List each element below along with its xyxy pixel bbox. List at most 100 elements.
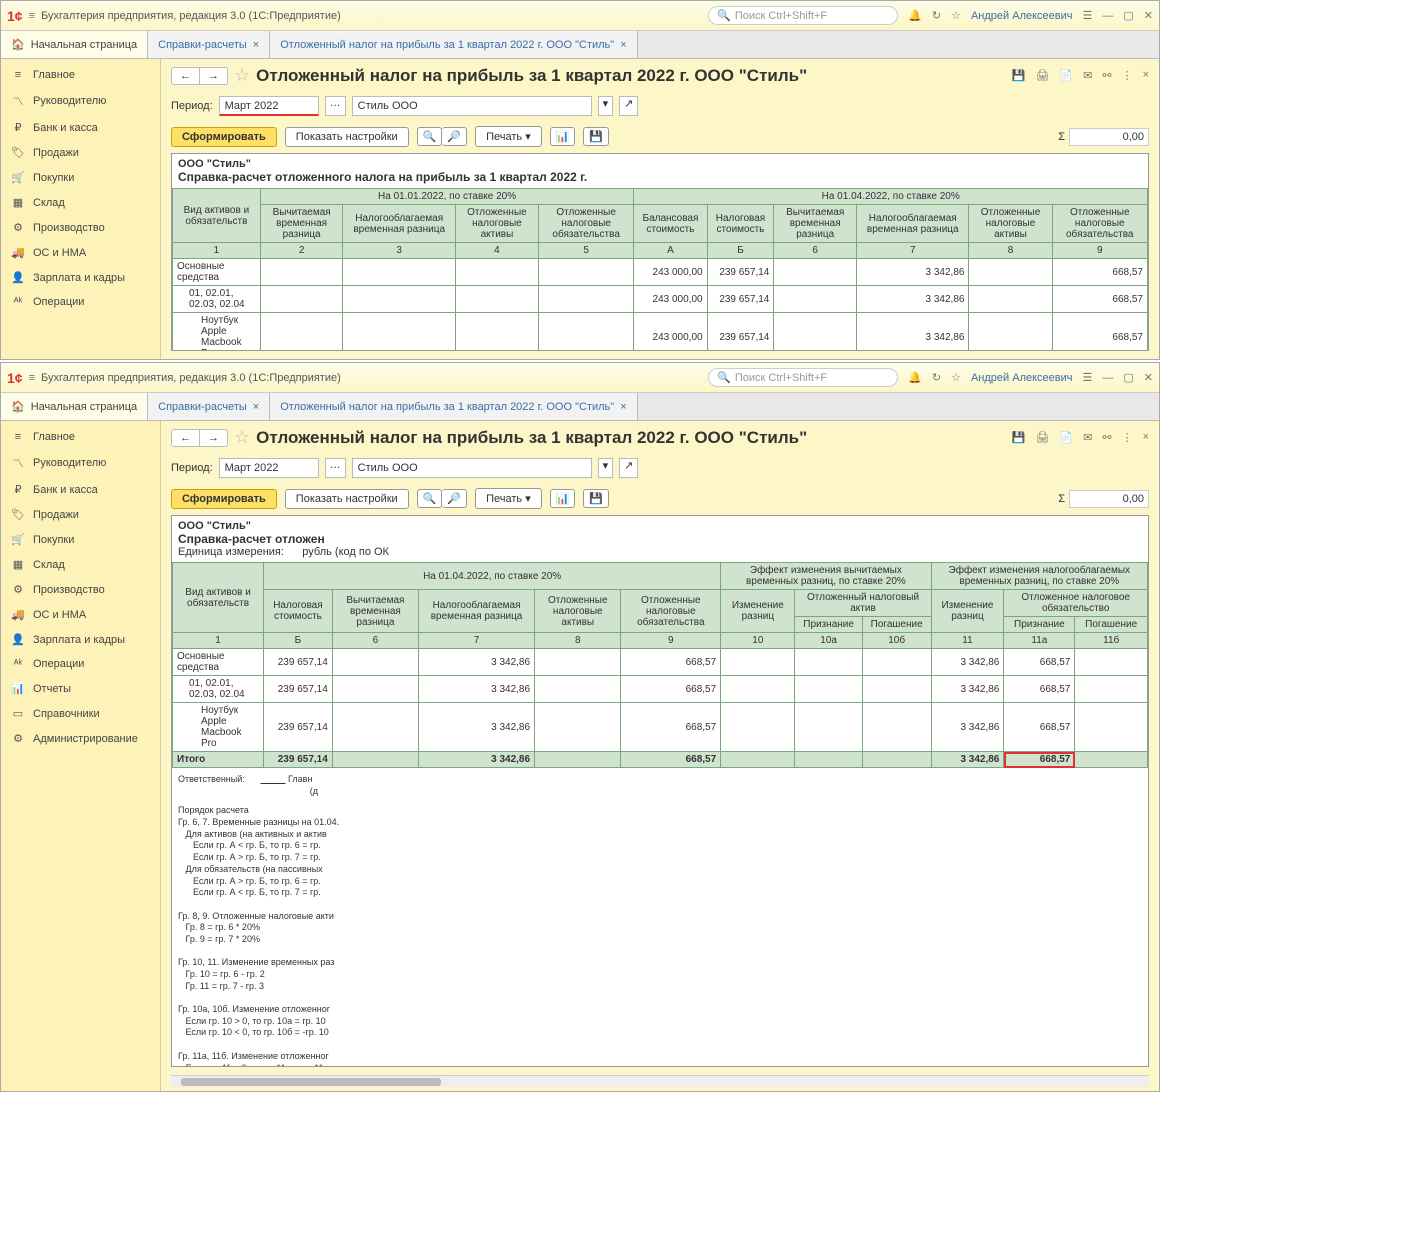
print-icon[interactable]: 🖨 [1035, 431, 1049, 444]
sum-icon[interactable]: Σ [1058, 131, 1065, 143]
nav-sales[interactable]: 🏷Продажи [1, 502, 160, 527]
nav-main[interactable]: ≡Главное [1, 63, 160, 87]
maximize-icon[interactable]: ▢ [1123, 371, 1133, 384]
nav-ops[interactable]: ᴬᵏОперации [1, 290, 160, 314]
forward-button[interactable]: → [200, 68, 227, 84]
tab-refs[interactable]: Справки-расчеты× [148, 31, 270, 58]
nav-salary[interactable]: 👤Зарплата и кадры [1, 265, 160, 290]
nav-purchase[interactable]: 🛒Покупки [1, 165, 160, 190]
history-icon[interactable]: ↻ [932, 9, 941, 22]
nav-main[interactable]: ≡Главное [1, 425, 160, 449]
print-button[interactable]: Печать ▾ [475, 488, 542, 509]
close-panel-icon[interactable]: × [1143, 69, 1149, 82]
star-icon[interactable]: ☆ [951, 371, 961, 384]
org-field[interactable]: Стиль ООО [352, 458, 592, 478]
nav-dirs[interactable]: ▭Справочники [1, 701, 160, 726]
disk-icon[interactable]: 💾 [583, 489, 609, 508]
back-button[interactable]: ← [172, 430, 200, 446]
settings-button[interactable]: Показать настройки [285, 127, 409, 147]
user-name[interactable]: Андрей Алексеевич [971, 372, 1073, 384]
nav-reports[interactable]: 📊Отчеты [1, 676, 160, 701]
minimize-icon[interactable]: — [1102, 10, 1113, 22]
period-picker-button[interactable]: … [325, 96, 346, 116]
zoom-in-icon[interactable]: 🔍 [417, 489, 443, 508]
period-picker-button[interactable]: … [325, 458, 346, 478]
tab-home[interactable]: 🏠 Начальная страница [1, 31, 148, 58]
search-input[interactable]: 🔍 Поиск Ctrl+Shift+F [708, 6, 898, 25]
zoom-out-icon[interactable]: 🔎 [442, 127, 467, 146]
nav-bank[interactable]: ₽Банк и касса [1, 477, 160, 502]
more-icon[interactable]: ⋮ [1122, 431, 1133, 444]
org-field[interactable]: Стиль ООО [352, 96, 592, 116]
nav-production[interactable]: ⚙Производство [1, 577, 160, 602]
horizontal-scrollbar[interactable] [171, 1075, 1149, 1087]
bell-icon[interactable]: 🔔 [908, 9, 922, 22]
search-input[interactable]: 🔍 Поиск Ctrl+Shift+F [708, 368, 898, 387]
nav-purchase[interactable]: 🛒Покупки [1, 527, 160, 552]
nav-production[interactable]: ⚙Производство [1, 215, 160, 240]
tab-home[interactable]: 🏠 Начальная страница [1, 393, 148, 420]
sum-icon[interactable]: Σ [1058, 493, 1065, 505]
period-field[interactable]: Март 2022 [219, 96, 319, 116]
nav-warehouse[interactable]: ▦Склад [1, 552, 160, 577]
save-icon[interactable]: 💾 [1012, 69, 1026, 82]
nav-salary[interactable]: 👤Зарплата и кадры [1, 627, 160, 652]
tab-close-icon[interactable]: × [620, 39, 626, 51]
disk-icon[interactable]: 💾 [583, 127, 609, 146]
nav-bank[interactable]: ₽Банк и касса [1, 115, 160, 140]
maximize-icon[interactable]: ▢ [1123, 9, 1133, 22]
org-dropdown-button[interactable]: ▾ [598, 96, 614, 116]
nav-assets[interactable]: 🚚ОС и НМА [1, 602, 160, 627]
zoom-out-icon[interactable]: 🔎 [442, 489, 467, 508]
nav-admin[interactable]: ⚙Администрирование [1, 726, 160, 751]
org-open-button[interactable]: ↗ [619, 458, 638, 478]
nav-manager[interactable]: 〽Руководителю [1, 449, 160, 477]
nav-ops[interactable]: ᴬᵏОперации [1, 652, 160, 676]
close-panel-icon[interactable]: × [1143, 431, 1149, 444]
nav-assets[interactable]: 🚚ОС и НМА [1, 240, 160, 265]
nav-manager[interactable]: 〽Руководителю [1, 87, 160, 115]
tab-close-icon[interactable]: × [253, 39, 259, 51]
settings-icon[interactable]: ☰ [1083, 9, 1093, 22]
tab-report[interactable]: Отложенный налог на прибыль за 1 квартал… [270, 31, 637, 58]
mail-icon[interactable]: ✉ [1083, 69, 1092, 82]
link-icon[interactable]: ⚯ [1102, 69, 1111, 82]
forward-button[interactable]: → [200, 430, 227, 446]
mail-icon[interactable]: ✉ [1083, 431, 1092, 444]
print-button[interactable]: Печать ▾ [475, 126, 542, 147]
favorite-icon[interactable]: ☆ [234, 65, 250, 86]
back-button[interactable]: ← [172, 68, 200, 84]
star-icon[interactable]: ☆ [951, 9, 961, 22]
favorite-icon[interactable]: ☆ [234, 427, 250, 448]
close-icon[interactable]: ✕ [1144, 9, 1153, 22]
save-icon[interactable]: 💾 [1012, 431, 1026, 444]
nav-warehouse[interactable]: ▦Склад [1, 190, 160, 215]
settings-icon[interactable]: ☰ [1083, 371, 1093, 384]
export-icon[interactable]: 📄 [1059, 431, 1073, 444]
history-icon[interactable]: ↻ [932, 371, 941, 384]
period-field[interactable]: Март 2022 [219, 458, 319, 478]
org-dropdown-button[interactable]: ▾ [598, 458, 614, 478]
excel-icon[interactable]: 📊 [550, 127, 576, 146]
form-button[interactable]: Сформировать [171, 489, 277, 509]
org-open-button[interactable]: ↗ [619, 96, 638, 116]
more-icon[interactable]: ⋮ [1122, 69, 1133, 82]
menu-icon[interactable]: ≡ [29, 372, 35, 384]
tab-refs[interactable]: Справки-расчеты× [148, 393, 270, 420]
tab-close-icon[interactable]: × [253, 401, 259, 413]
tab-close-icon[interactable]: × [620, 401, 626, 413]
print-icon[interactable]: 🖨 [1035, 69, 1049, 82]
bell-icon[interactable]: 🔔 [908, 371, 922, 384]
settings-button[interactable]: Показать настройки [285, 489, 409, 509]
minimize-icon[interactable]: — [1102, 372, 1113, 384]
tab-report[interactable]: Отложенный налог на прибыль за 1 квартал… [270, 393, 637, 420]
form-button[interactable]: Сформировать [171, 127, 277, 147]
menu-icon[interactable]: ≡ [29, 10, 35, 22]
close-icon[interactable]: ✕ [1144, 371, 1153, 384]
nav-sales[interactable]: 🏷Продажи [1, 140, 160, 165]
user-name[interactable]: Андрей Алексеевич [971, 10, 1073, 22]
excel-icon[interactable]: 📊 [550, 489, 576, 508]
link-icon[interactable]: ⚯ [1102, 431, 1111, 444]
export-icon[interactable]: 📄 [1059, 69, 1073, 82]
zoom-in-icon[interactable]: 🔍 [417, 127, 443, 146]
